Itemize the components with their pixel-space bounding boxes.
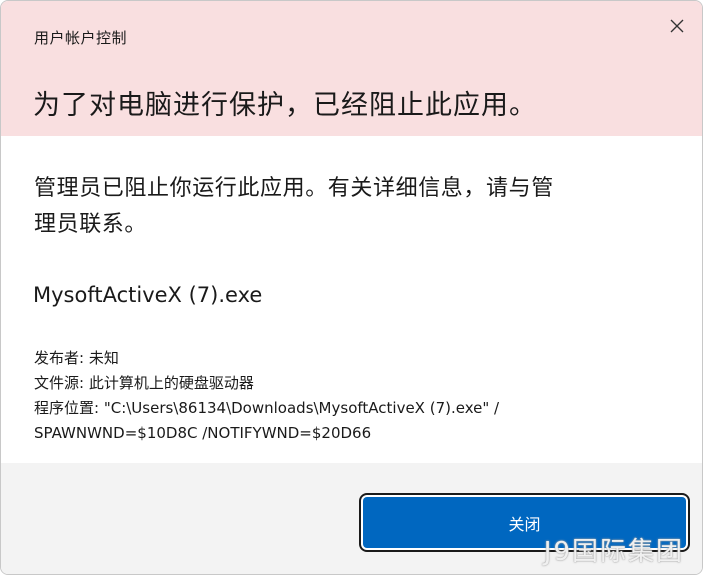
window-title: 用户帐户控制 bbox=[34, 29, 128, 47]
dialog-header: 用户帐户控制 为了对电脑进行保护，已经阻止此应用。 bbox=[1, 1, 702, 136]
location-line-2: SPAWNWND=$10D8C /NOTIFYWND=$20D66 bbox=[34, 424, 372, 442]
app-details: 发布者: 未知 文件源: 此计算机上的硬盘驱动器 程序位置: "C:\Users… bbox=[34, 346, 674, 446]
location-line-1: 程序位置: "C:\Users\86134\Downloads\MysoftAc… bbox=[34, 399, 500, 417]
close-button[interactable]: 关闭 bbox=[363, 497, 686, 548]
dialog-headline: 为了对电脑进行保护，已经阻止此应用。 bbox=[33, 90, 537, 121]
close-icon[interactable] bbox=[662, 11, 692, 41]
publisher-line: 发布者: 未知 bbox=[34, 349, 119, 367]
source-line: 文件源: 此计算机上的硬盘驱动器 bbox=[34, 374, 254, 392]
blocked-message: 管理员已阻止你运行此应用。有关详细信息，请与管理员联系。 bbox=[34, 176, 554, 237]
app-name: MysoftActiveX (7).exe bbox=[33, 283, 263, 307]
uac-dialog: 用户帐户控制 为了对电脑进行保护，已经阻止此应用。 管理员已阻止你运行此应用。有… bbox=[0, 0, 703, 575]
close-icon-glyph bbox=[670, 19, 684, 33]
